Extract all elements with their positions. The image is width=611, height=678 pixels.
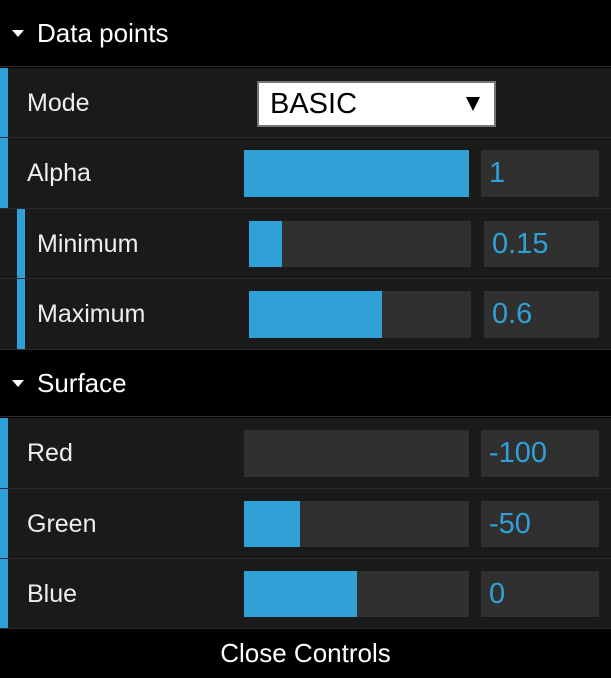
maximum-slider[interactable]: [249, 291, 471, 338]
caret-down-icon: [12, 30, 24, 37]
red-slider[interactable]: [244, 430, 469, 477]
folder-title-label: Surface: [37, 368, 127, 398]
blue-slider-fill: [244, 571, 357, 617]
controls-panel: Data points Mode BASIC Alpha 1 Minimum 0…: [0, 0, 611, 678]
green-number-input[interactable]: -50: [481, 501, 599, 547]
red-label: Red: [27, 439, 73, 467]
folder-surface-title[interactable]: Surface: [0, 350, 611, 417]
row-accent: [17, 279, 25, 349]
row-accent: [0, 68, 8, 137]
alpha-slider-fill: [244, 150, 469, 197]
row-accent: [17, 209, 25, 278]
blue-slider[interactable]: [244, 571, 469, 617]
blue-number-input[interactable]: 0: [481, 571, 599, 617]
minimum-slider[interactable]: [249, 221, 471, 267]
close-controls-button[interactable]: Close Controls: [0, 629, 611, 678]
maximum-row: Maximum 0.6: [0, 279, 611, 350]
maximum-number-input[interactable]: 0.6: [484, 291, 599, 338]
blue-label: Blue: [27, 580, 78, 608]
mode-select-value: BASIC: [270, 88, 358, 120]
folder-data-points-title[interactable]: Data points: [0, 0, 611, 67]
alpha-slider[interactable]: [244, 150, 469, 197]
minimum-number-input[interactable]: 0.15: [484, 221, 599, 267]
nest-indent: [8, 279, 17, 349]
maximum-label: Maximum: [37, 300, 146, 328]
green-row: Green -50: [0, 489, 611, 559]
minimum-row: Minimum 0.15: [0, 209, 611, 279]
row-accent: [0, 138, 8, 208]
row-accent: [0, 489, 8, 558]
alpha-label: Alpha: [27, 159, 91, 187]
blue-row: Blue 0: [0, 559, 611, 629]
row-accent: [0, 559, 8, 628]
row-accent: [0, 418, 8, 488]
caret-down-icon: [12, 380, 24, 387]
mode-select[interactable]: BASIC: [257, 81, 496, 127]
green-slider-fill: [244, 501, 301, 547]
green-label: Green: [27, 510, 97, 538]
dropdown-arrow-icon: [466, 97, 480, 111]
green-slider[interactable]: [244, 501, 469, 547]
mode-label: Mode: [27, 89, 90, 117]
mode-row: Mode BASIC: [0, 68, 611, 138]
minimum-label: Minimum: [37, 230, 139, 258]
nest-indent: [8, 209, 17, 278]
minimum-slider-fill: [249, 221, 283, 267]
folder-title-label: Data points: [37, 18, 169, 48]
red-row: Red -100: [0, 418, 611, 489]
alpha-number-input[interactable]: 1: [481, 150, 599, 197]
maximum-slider-fill: [249, 291, 383, 338]
red-number-input[interactable]: -100: [481, 430, 599, 477]
alpha-row: Alpha 1: [0, 138, 611, 209]
